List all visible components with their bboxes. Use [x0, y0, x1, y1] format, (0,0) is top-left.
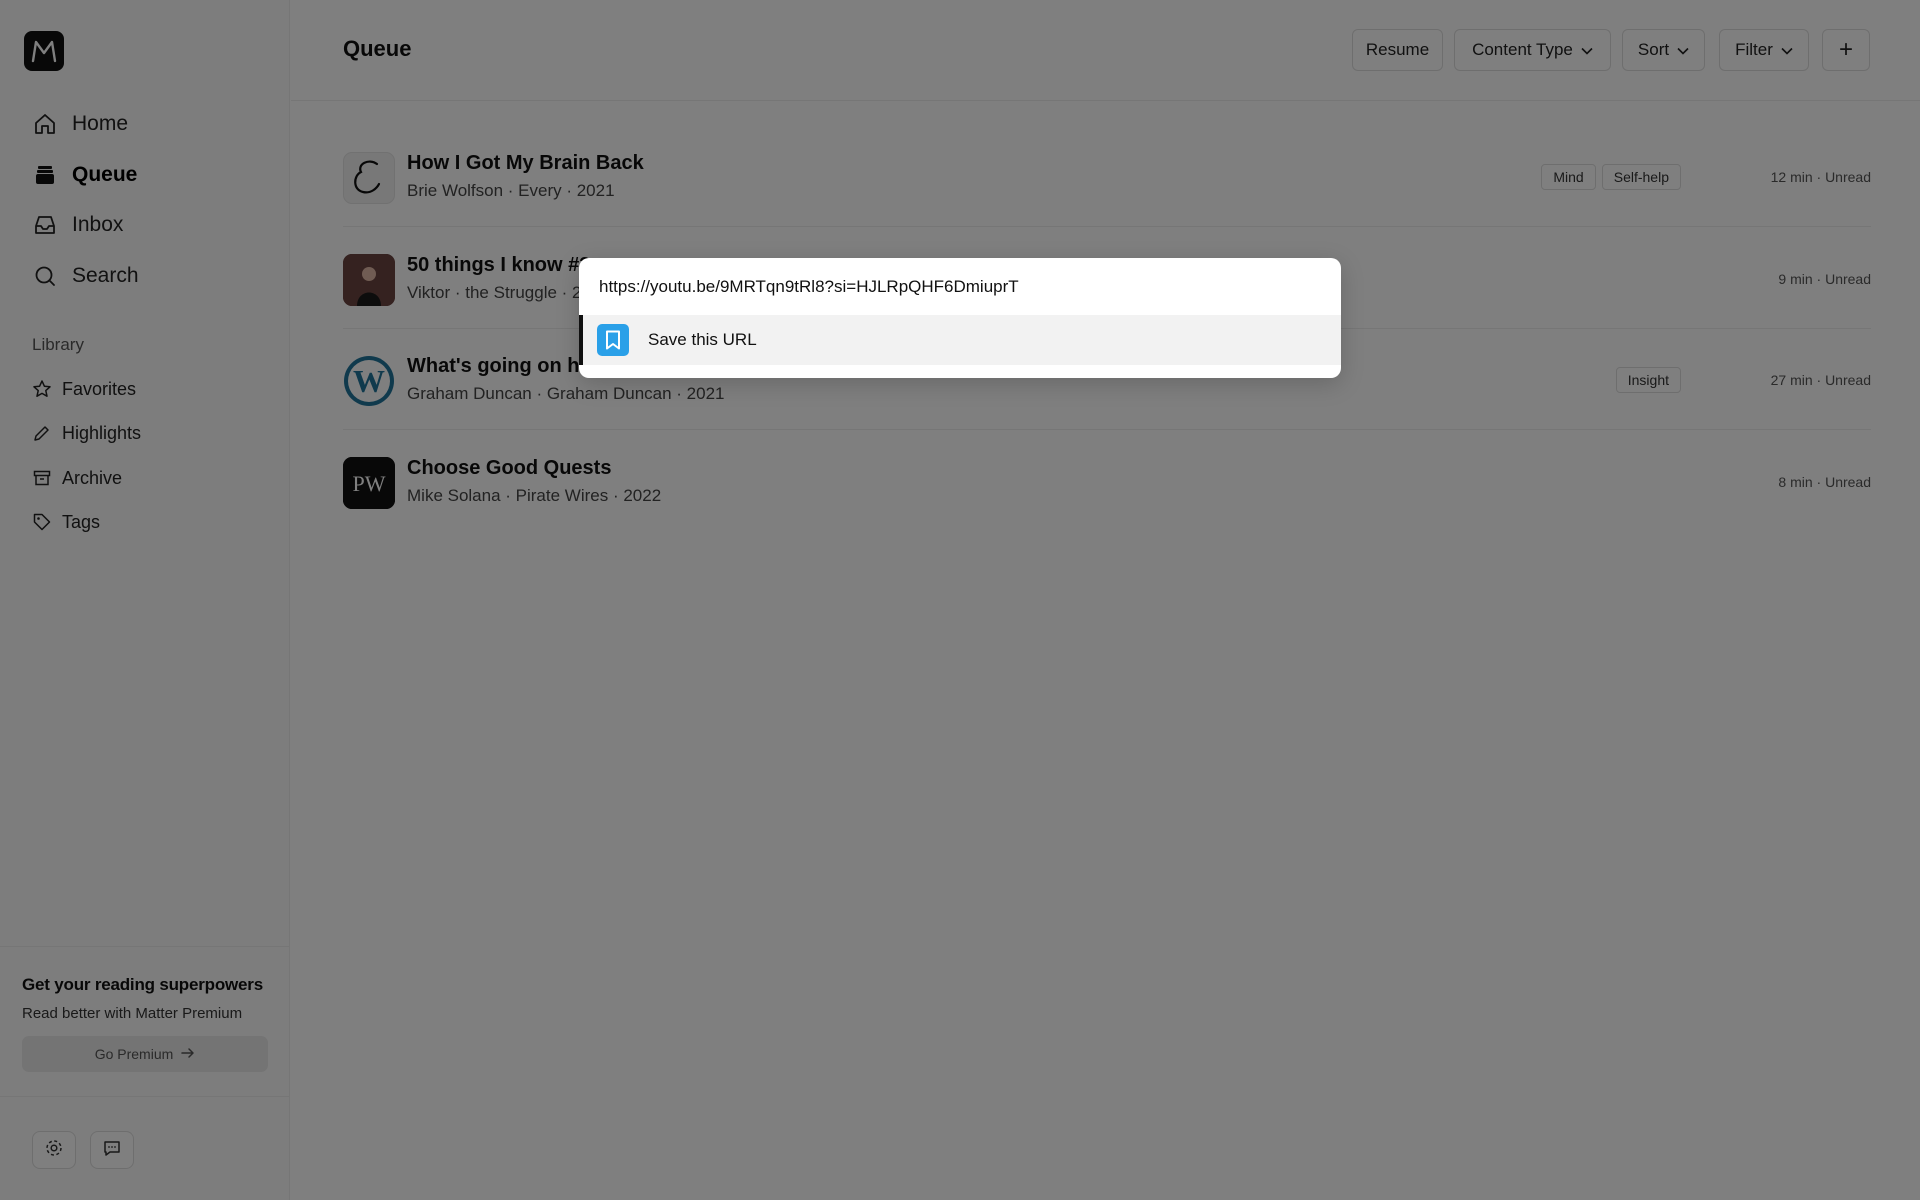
modal-backdrop[interactable]: [0, 0, 1920, 1200]
bookmark-icon: [597, 324, 629, 356]
save-url-popup: Save this URL: [579, 258, 1341, 378]
url-input[interactable]: [597, 258, 1321, 316]
save-url-label: Save this URL: [648, 330, 757, 349]
save-url-option[interactable]: Save this URL: [579, 315, 1341, 365]
